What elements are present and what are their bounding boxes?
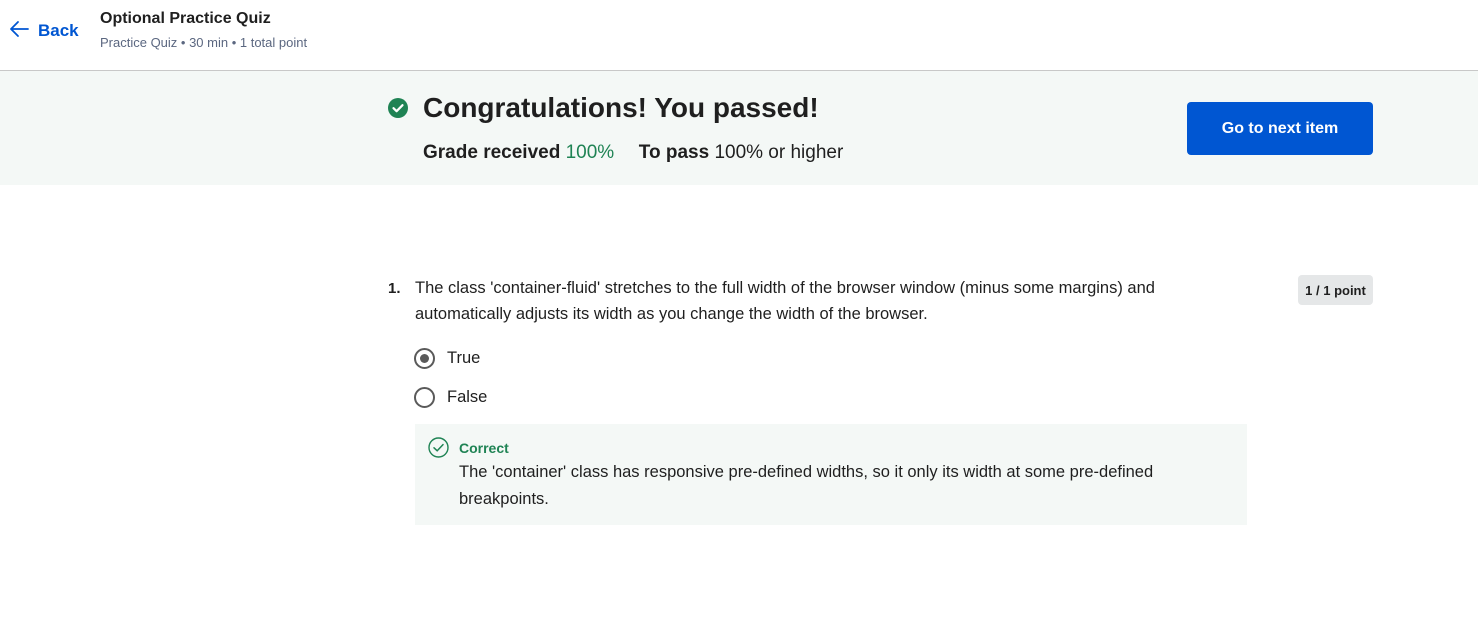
question-number: 1.	[388, 280, 401, 297]
arrow-left-icon	[8, 18, 30, 45]
option-label: True	[447, 348, 481, 367]
back-button[interactable]: Back	[8, 18, 79, 44]
top-bar: Back Optional Practice Quiz Practice Qui…	[0, 0, 1478, 71]
option-false[interactable]: False	[414, 385, 487, 409]
radio-unselected-icon[interactable]	[414, 386, 435, 408]
feedback-label: Correct	[459, 440, 509, 456]
option-true[interactable]: True	[414, 346, 480, 370]
points-badge: 1 / 1 point	[1298, 275, 1373, 305]
grade-value: 100%	[565, 142, 615, 163]
feedback-box: Correct The 'container' class has respon…	[415, 424, 1247, 525]
option-label: False	[447, 387, 488, 406]
quiz-meta: Practice Quiz • 30 min • 1 total point	[100, 35, 308, 50]
pass-value: 100% or higher	[714, 142, 844, 163]
check-circle-icon	[388, 98, 408, 118]
quiz-title-block: Optional Practice Quiz Practice Quiz • 3…	[100, 9, 307, 51]
congratulations-heading: Congratulations! You passed!	[423, 92, 819, 123]
quiz-title: Optional Practice Quiz	[100, 10, 271, 27]
go-to-next-item-button[interactable]: Go to next item	[1187, 102, 1373, 155]
radio-selected-icon[interactable]	[414, 347, 435, 369]
check-circle-outline-icon	[428, 437, 449, 458]
back-label: Back	[38, 21, 79, 40]
feedback-text: The 'container' class has responsive pre…	[459, 463, 1154, 508]
grade-label: Grade received	[423, 142, 561, 163]
question-text: The class 'container-fluid' stretches to…	[415, 279, 1155, 323]
pass-label: To pass	[638, 142, 710, 163]
grade-summary: Grade received 100% To pass 100% or high…	[423, 141, 843, 165]
